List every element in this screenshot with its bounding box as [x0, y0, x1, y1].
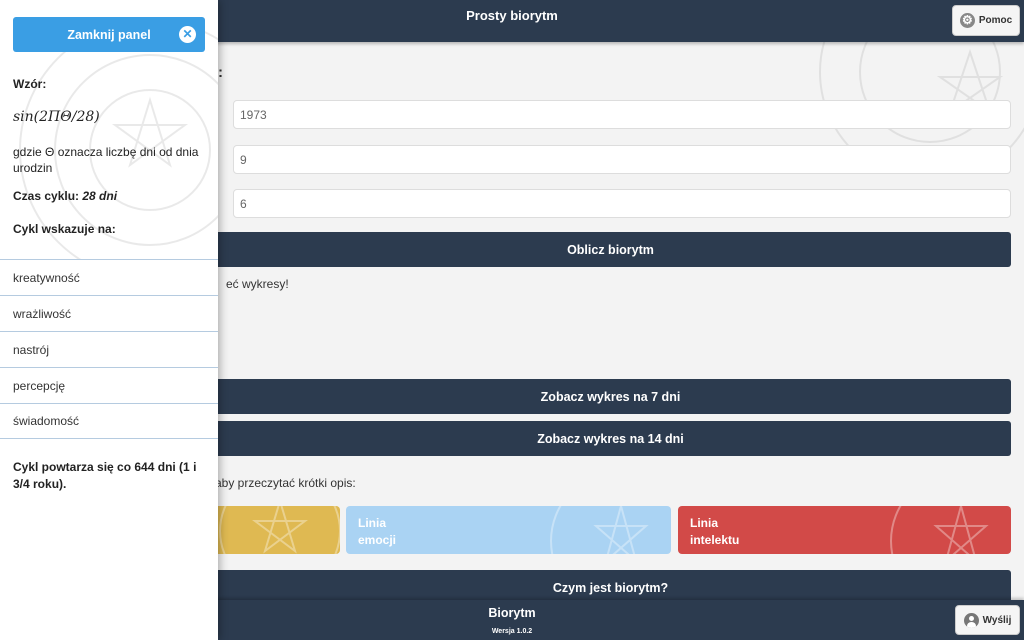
- cycle-time: Czas cyklu: 28 dni: [13, 189, 117, 203]
- list-item: wrażliwość: [0, 295, 218, 331]
- send-button-label: Wyślij: [982, 614, 1012, 626]
- cycle-repeat-text: Cykl powtarza się co 644 dni (1 i 3/4 ro…: [13, 460, 197, 491]
- zodiac-watermark: [819, 42, 1024, 152]
- close-panel-button[interactable]: Zamknij panel ✕: [13, 17, 205, 52]
- formula-label: Wzór:: [13, 77, 47, 91]
- charts-hint-text: eć wykresy!: [226, 277, 289, 291]
- cards-hint-text: r, aby przeczytać krótki opis:: [205, 476, 356, 490]
- what-is-biorhythm-button[interactable]: Czym jest biorytm?: [210, 570, 1011, 600]
- close-icon: ✕: [179, 26, 196, 43]
- card-zodiac-icon: [219, 506, 340, 554]
- side-panel: Zamknij panel ✕ Wzór: sin(2ΠΘ/28) gdzie …: [0, 0, 218, 640]
- gear-icon: ⚙: [959, 13, 975, 28]
- card-title-line1: Linia: [690, 516, 719, 530]
- list-item: nastrój: [0, 331, 218, 367]
- formula-value: sin(2ΠΘ/28): [13, 109, 100, 125]
- card-title-line1: Linia: [358, 516, 387, 530]
- help-button-label: Pomoc: [978, 15, 1013, 26]
- list-item: świadomość: [0, 403, 218, 439]
- card-title-line2: emocji: [358, 533, 397, 547]
- birth-month-input[interactable]: [233, 145, 1011, 174]
- birth-day-input[interactable]: [233, 189, 1011, 218]
- emotional-line-card[interactable]: Linia emocji: [346, 506, 671, 554]
- physical-line-card[interactable]: [210, 506, 340, 554]
- formula-explanation: gdzie Θ oznacza liczbę dni od dnia urodz…: [13, 145, 199, 175]
- card-title-line2: intelektu: [690, 533, 740, 547]
- indicators-list: kreatywność wrażliwość nastrój percepcję…: [0, 259, 218, 439]
- indicates-label: Cykl wskazuje na:: [13, 222, 116, 236]
- cycle-time-value: 28 dni: [82, 189, 118, 203]
- birth-year-input[interactable]: [233, 100, 1011, 129]
- send-button[interactable]: Wyślij: [955, 605, 1020, 635]
- calculate-biorhythm-button[interactable]: Oblicz biorytm: [210, 232, 1011, 267]
- cycle-time-label: Czas cyklu:: [13, 189, 80, 203]
- chart-7-days-button[interactable]: Zobacz wykres na 7 dni: [210, 379, 1011, 414]
- list-item: kreatywność: [0, 259, 218, 295]
- list-item: percepcję: [0, 367, 218, 403]
- close-panel-label: Zamknij panel: [67, 27, 151, 42]
- help-button[interactable]: ⚙ Pomoc: [952, 5, 1020, 36]
- intellectual-line-card[interactable]: Linia intelektu: [678, 506, 1011, 554]
- chart-14-days-button[interactable]: Zobacz wykres na 14 dni: [210, 421, 1011, 456]
- form-heading-fragment: :: [218, 64, 223, 81]
- user-icon: [963, 612, 979, 628]
